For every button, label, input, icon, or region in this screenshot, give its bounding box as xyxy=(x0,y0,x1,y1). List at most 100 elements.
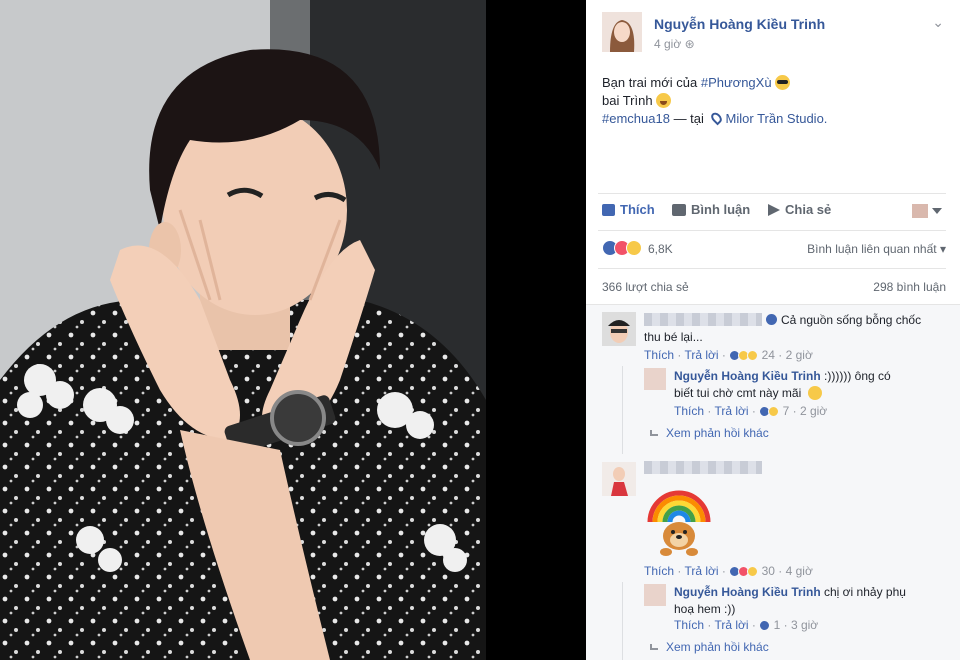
reply-arrow-icon xyxy=(650,430,658,436)
share-comment-counts: 366 lượt chia sẻ 298 bình luận xyxy=(602,280,946,294)
share-count[interactable]: 366 lượt chia sẻ xyxy=(602,280,689,294)
share-label: Chia sẻ xyxy=(785,202,832,217)
comment-sort-label: Bình luận liên quan nhất xyxy=(807,242,937,256)
post-time-text[interactable]: 4 giờ xyxy=(654,37,681,51)
caret-down-icon xyxy=(932,208,942,214)
post-as-selector[interactable] xyxy=(912,202,946,220)
caption-line1: Bạn trai mới của xyxy=(602,75,701,90)
comment-like-link[interactable]: Thích xyxy=(644,564,674,578)
post-photo[interactable] xyxy=(0,0,486,660)
reply-body: Nguyễn Hoàng Kiều Trinh :)))))) ông có b… xyxy=(674,368,891,402)
haha-reaction-icon[interactable] xyxy=(626,240,642,256)
laughing-emoji-icon xyxy=(655,93,671,108)
reply-author-name[interactable]: Nguyễn Hoàng Kiều Trinh xyxy=(674,585,821,599)
view-more-replies-label: Xem phản hồi khác xyxy=(666,426,769,440)
reply-thread-line xyxy=(622,366,623,454)
comment-reaction-count[interactable]: 24 xyxy=(762,348,775,362)
sticker-image[interactable] xyxy=(646,478,712,563)
chevron-down-icon[interactable]: ⌄ xyxy=(932,14,944,31)
comment-sort-dropdown[interactable]: Bình luận liên quan nhất ▾ xyxy=(807,242,946,256)
comment-body xyxy=(644,460,762,477)
reaction-summary: 6,8K Bình luận liên quan nhất ▾ xyxy=(602,240,946,260)
hashtag-link-2[interactable]: #emchua18 xyxy=(602,111,670,126)
reply-text-2: hoạ hem :)) xyxy=(674,602,736,616)
photo-illustration xyxy=(0,0,486,660)
divider xyxy=(598,193,946,194)
post-time[interactable]: 4 giờ ⊛ xyxy=(654,37,695,51)
reply-reaction-count[interactable]: 1 xyxy=(774,618,781,632)
comment-meta: Thích · Trả lời · 30 · 4 giờ xyxy=(644,564,813,578)
comment-meta: Thích · Trả lời · 24 · 2 giờ xyxy=(644,348,813,362)
comment-count[interactable]: 298 bình luận xyxy=(873,280,946,294)
reply-meta: Thích · Trả lời · 7 · 2 giờ xyxy=(674,404,828,418)
reply-time[interactable]: 2 giờ xyxy=(800,404,827,418)
place-link[interactable]: Milor Trần Studio. xyxy=(726,111,828,126)
comment-like-link[interactable]: Thích xyxy=(644,348,674,362)
author-name[interactable]: Nguyễn Hoàng Kiều Trinh xyxy=(654,16,825,32)
reply-time[interactable]: 3 giờ xyxy=(791,618,818,632)
reply-author-name[interactable]: Nguyễn Hoàng Kiều Trinh xyxy=(674,369,821,383)
comment-icon xyxy=(672,204,686,216)
comment-body: Cả nguồn sống bỗng chốc thu bé lại... xyxy=(644,312,921,346)
comments-section: Cả nguồn sống bỗng chốc thu bé lại... Th… xyxy=(586,304,960,660)
commenter-avatar[interactable] xyxy=(602,312,636,346)
comment-label: Bình luận xyxy=(691,202,751,217)
verified-badge-icon xyxy=(766,314,777,325)
commenter-avatar-image xyxy=(602,312,636,346)
share-button[interactable]: Chia sẻ xyxy=(768,202,831,217)
post-side-panel: Nguyễn Hoàng Kiều Trinh 4 giờ ⊛ ⌄ Bạn tr… xyxy=(586,0,960,660)
divider xyxy=(586,304,960,305)
reply-body: Nguyễn Hoàng Kiều Trinh chị ơi nhảy phụ … xyxy=(674,584,906,618)
facebook-photo-viewer: Nguyễn Hoàng Kiều Trinh 4 giờ ⊛ ⌄ Bạn tr… xyxy=(0,0,960,660)
post-actions: Thích Bình luận Chia sẻ xyxy=(598,196,946,226)
like-button[interactable]: Thích xyxy=(602,202,655,217)
divider xyxy=(598,230,946,231)
comment-time[interactable]: 2 giờ xyxy=(786,348,813,362)
like-label: Thích xyxy=(620,202,655,217)
divider xyxy=(598,268,946,269)
globe-icon: ⊛ xyxy=(684,37,695,51)
rainbow-dog-sticker xyxy=(647,490,711,556)
at-text: — tại xyxy=(669,111,708,126)
location-pin-icon xyxy=(708,110,724,126)
caret-down-icon: ▾ xyxy=(939,242,946,256)
commenter-avatar[interactable] xyxy=(602,462,636,496)
comment-reply-link[interactable]: Trả lời xyxy=(684,348,718,362)
reply-text: :)))))) ông có xyxy=(820,369,891,383)
author-avatar[interactable] xyxy=(602,12,642,52)
comment-reply-link[interactable]: Trả lời xyxy=(684,564,718,578)
reply-reply-link[interactable]: Trả lời xyxy=(714,618,748,632)
wow-reaction-icon xyxy=(747,350,759,361)
sunglasses-emoji-icon xyxy=(774,75,790,90)
share-icon xyxy=(768,204,780,216)
comment-button[interactable]: Bình luận xyxy=(672,202,750,217)
reply-like-link[interactable]: Thích xyxy=(674,618,704,632)
author-avatar-image xyxy=(602,12,642,52)
view-more-replies-link[interactable]: Xem phản hồi khác xyxy=(650,640,769,654)
view-more-replies-link[interactable]: Xem phản hồi khác xyxy=(650,426,769,440)
comment-text-2: thu bé lại... xyxy=(644,330,703,344)
reply-author-avatar[interactable] xyxy=(644,368,666,390)
commenter-avatar-image xyxy=(602,462,636,496)
like-reaction-icon xyxy=(759,620,771,631)
redacted-name[interactable] xyxy=(644,461,762,474)
thumbs-up-icon xyxy=(602,204,615,216)
comment-time[interactable]: 4 giờ xyxy=(786,564,813,578)
reply-text-2: biết tui chờ cmt này mãi xyxy=(674,386,802,400)
reply-text: chị ơi nhảy phụ xyxy=(820,585,906,599)
photo-letterbox xyxy=(486,0,586,660)
post-caption: Bạn trai mới của #PhươngXù bai Trình #em… xyxy=(602,74,942,128)
haha-reaction-icon xyxy=(768,406,780,417)
reply-reaction-count[interactable]: 7 xyxy=(783,404,790,418)
hashtag-link[interactable]: #PhươngXù xyxy=(701,75,772,90)
reply-thread-line xyxy=(622,582,623,660)
post-header: Nguyễn Hoàng Kiều Trinh 4 giờ ⊛ ⌄ xyxy=(602,12,952,56)
redacted-name[interactable] xyxy=(644,313,762,326)
comment-reaction-count[interactable]: 30 xyxy=(762,564,775,578)
reply-like-link[interactable]: Thích xyxy=(674,404,704,418)
reaction-count[interactable]: 6,8K xyxy=(648,242,673,256)
comment-text: Cả nguồn sống bỗng chốc xyxy=(781,313,922,327)
reply-reply-link[interactable]: Trả lời xyxy=(714,404,748,418)
reply-author-avatar[interactable] xyxy=(644,584,666,606)
viewer-avatar xyxy=(912,204,928,218)
